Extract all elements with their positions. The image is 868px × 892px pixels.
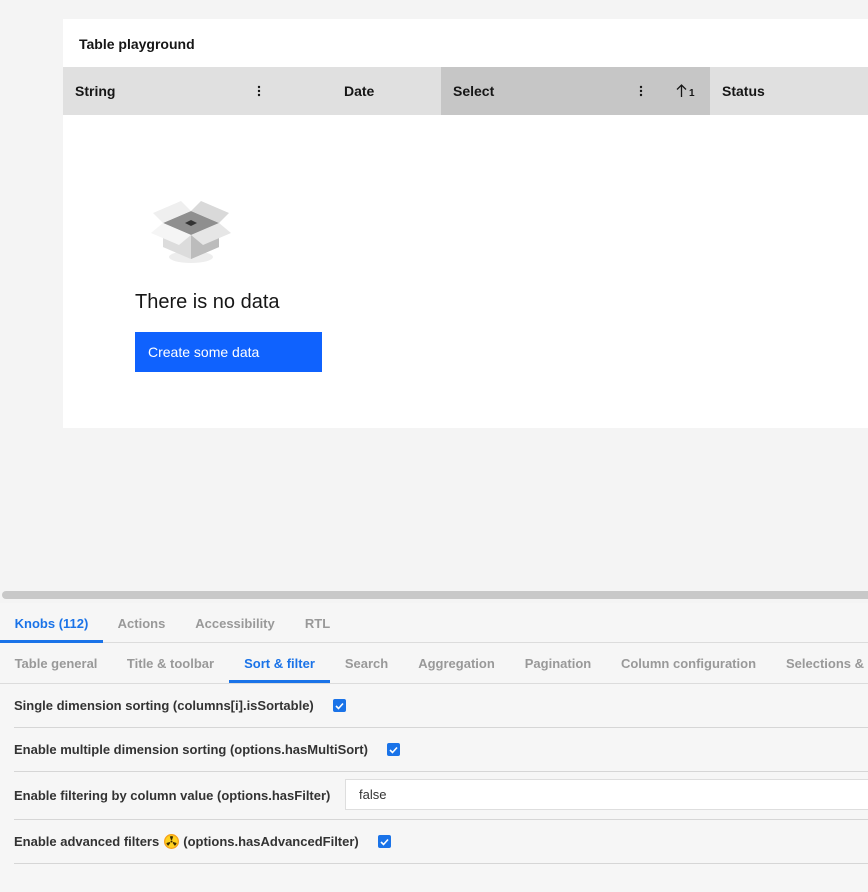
tab-sort-filter[interactable]: Sort & filter	[229, 643, 330, 683]
empty-state-title: There is no data	[135, 291, 280, 313]
knob-label: Enable advanced filters	[14, 834, 160, 849]
addon-tabs: Knobs (112) Actions Accessibility RTL	[0, 603, 868, 643]
panel-resize-handle[interactable]	[2, 591, 868, 599]
knob-label: Enable filtering by column value (option…	[14, 788, 331, 803]
single-sort-checkbox[interactable]	[332, 699, 346, 712]
table-card: Table playground String Date Select 1 St…	[63, 19, 868, 428]
column-label: Status	[722, 83, 765, 99]
create-data-button[interactable]: Create some data	[135, 332, 322, 372]
tab-aggregation[interactable]: Aggregation	[403, 643, 510, 683]
tab-table-general[interactable]: Table general	[0, 643, 112, 683]
tab-rtl[interactable]: RTL	[290, 603, 345, 643]
overflow-menu-icon[interactable]	[634, 83, 648, 99]
column-label: Date	[344, 83, 375, 99]
table-header: String Date Select 1 Status	[63, 67, 868, 115]
multi-sort-checkbox[interactable]	[386, 743, 400, 756]
knob-label-suffix: (options.hasAdvancedFilter)	[183, 834, 359, 849]
tab-pagination[interactable]: Pagination	[510, 643, 606, 683]
tab-title-toolbar[interactable]: Title & toolbar	[112, 643, 229, 683]
column-header-date[interactable]: Date	[332, 67, 441, 115]
knob-label: Enable multiple dimension sorting (optio…	[14, 742, 368, 757]
radioactive-icon	[164, 834, 180, 849]
tab-selections[interactable]: Selections &	[771, 643, 868, 683]
checkmark-icon	[335, 702, 344, 710]
overflow-menu-icon[interactable]	[252, 83, 266, 99]
knob-label: Single dimension sorting (columns[i].isS…	[14, 698, 314, 713]
knob-row-multi-sort: Enable multiple dimension sorting (optio…	[14, 728, 868, 772]
addons-panel: Knobs (112) Actions Accessibility RTL Ta…	[0, 603, 868, 892]
column-label: Select	[453, 83, 495, 99]
column-header-select[interactable]: Select 1	[441, 67, 710, 115]
knob-group-tabs: Table general Title & toolbar Sort & fil…	[0, 643, 868, 684]
column-header-string[interactable]: String	[63, 67, 332, 115]
knob-row-has-filter: Enable filtering by column value (option…	[14, 772, 868, 820]
checkmark-icon	[380, 838, 389, 846]
table-title: Table playground	[79, 36, 195, 52]
tab-actions[interactable]: Actions	[103, 603, 180, 643]
tab-knobs[interactable]: Knobs (112)	[0, 603, 103, 643]
column-header-status[interactable]: Status	[710, 67, 868, 115]
column-label: String	[75, 83, 116, 99]
knob-row-single-sort: Single dimension sorting (columns[i].isS…	[14, 684, 868, 728]
empty-box-icon	[151, 201, 231, 263]
tab-column-configuration[interactable]: Column configuration	[606, 643, 771, 683]
sort-indicator[interactable]: 1	[676, 82, 695, 100]
tab-accessibility[interactable]: Accessibility	[180, 603, 290, 643]
advanced-filter-checkbox[interactable]	[377, 835, 391, 848]
tab-search[interactable]: Search	[330, 643, 403, 683]
checkmark-icon	[389, 746, 398, 754]
has-filter-input[interactable]	[345, 779, 868, 810]
knob-row-advanced-filter: Enable advanced filters (options.hasAdva…	[14, 820, 868, 864]
arrow-up-icon	[676, 84, 687, 97]
sort-order-number: 1	[689, 87, 695, 99]
